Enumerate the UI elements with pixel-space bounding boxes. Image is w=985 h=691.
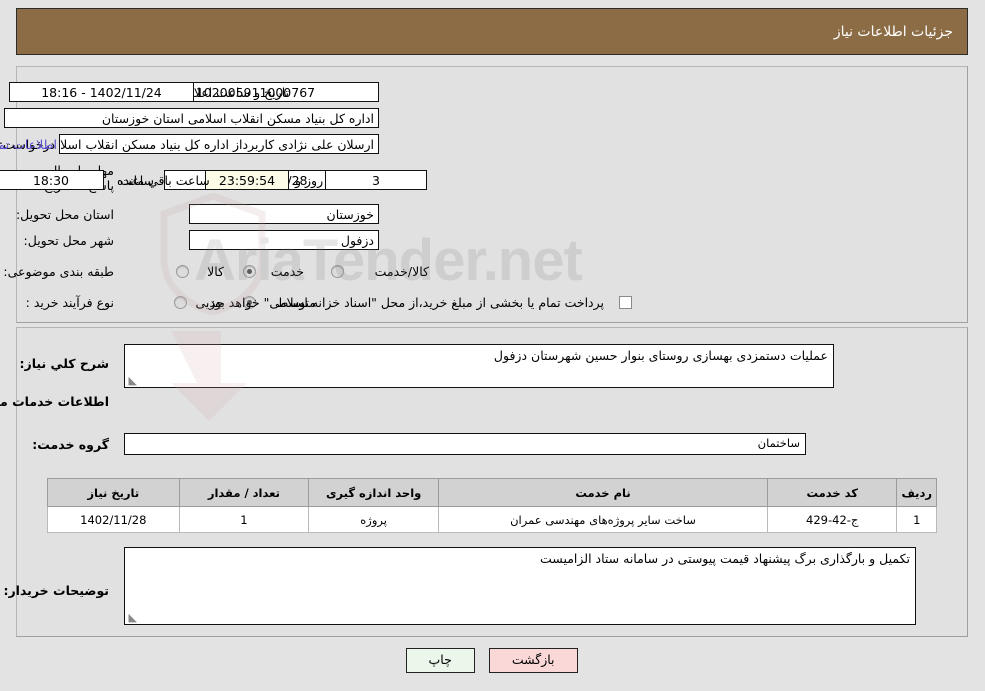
col-name: نام خدمت	[439, 478, 769, 507]
service-group-value-field[interactable]: ساختمان	[125, 433, 807, 455]
col-date: تاریخ نیاز	[48, 478, 181, 507]
back-button[interactable]: بازگشت	[489, 648, 579, 673]
radio-classification-kala[interactable]	[177, 265, 190, 278]
islamic-treasury-checkbox[interactable]	[620, 296, 633, 309]
page-header: جزئیات اطلاعات نیاز	[17, 8, 969, 55]
footer-buttons: بازگشت چاپ	[0, 648, 985, 673]
radio-label-khedmat: خدمت	[271, 264, 305, 279]
radio-label-kala: کالا	[208, 264, 225, 279]
remaining-hours-label: ساعت باقي مانده	[118, 173, 211, 188]
city-value: دزفول	[190, 230, 380, 250]
cell-date: 1402/11/28	[48, 506, 181, 533]
page-title: جزئیات اطلاعات نیاز	[834, 23, 954, 40]
col-row: ردیف	[897, 478, 938, 507]
radio-classification-kala-khedmat[interactable]	[332, 265, 345, 278]
cell-code: ج-42-429	[767, 506, 899, 533]
print-button[interactable]: چاپ	[406, 648, 476, 673]
cell-name: ساخت سایر پروژه‌های مهندسی عمران	[439, 506, 769, 533]
service-group-value: ساختمان	[758, 436, 801, 450]
remaining-days-value: 3	[326, 170, 428, 190]
islamic-treasury-note: پرداخت تمام یا بخشی از مبلغ خرید،از محل …	[206, 295, 605, 310]
deadline-time: 18:30	[0, 170, 105, 190]
countdown-value: 23:59:54	[206, 170, 290, 190]
remaining-days-label: روز و	[296, 173, 325, 188]
description-value: عملیات دستمزدی بهسازی روستای بنوار حسین …	[494, 348, 829, 363]
radio-process-jozi[interactable]	[175, 296, 188, 309]
announce-value: 1402/11/24 - 18:16	[10, 82, 195, 102]
classification-label: طبقه بندی موضوعی:	[4, 264, 115, 279]
col-code: کد خدمت	[767, 478, 899, 507]
table-header-row: ردیف کد خدمت نام خدمت واحد اندازه گیری ت…	[48, 478, 938, 507]
description-label: شرح کلي نياز:	[20, 356, 110, 371]
service-group-label: گروه خدمت:	[33, 437, 110, 452]
summary-panel	[17, 66, 969, 323]
resize-grip-icon[interactable]: ◣	[128, 612, 138, 623]
city-label: شهر محل تحویل:	[24, 233, 115, 248]
cell-unit: پروژه	[309, 506, 441, 533]
creator-value: ارسلان علی نژادی کاربرداز اداره کل بنیاد…	[60, 134, 380, 154]
col-quantity: تعداد / مقدار	[179, 478, 311, 507]
buyer-notes-value: تکمیل و بارگذاری برگ پیشنهاد قیمت پیوستی…	[541, 551, 911, 566]
buyer-notes-label: توضیحات خریدار:	[4, 583, 110, 598]
description-textarea[interactable]: عملیات دستمزدی بهسازی روستای بنوار حسین …	[125, 344, 835, 388]
services-section-title: اطلاعات خدمات مورد نیاز	[0, 394, 110, 409]
radio-label-kala-khedmat: کالا/خدمت	[375, 264, 430, 279]
cell-row: 1	[897, 506, 938, 533]
page-root: جزئیات اطلاعات نیاز شماره نیاز: 11020059…	[0, 0, 985, 691]
services-table: ردیف کد خدمت نام خدمت واحد اندازه گیری ت…	[48, 478, 938, 533]
resize-grip-icon[interactable]: ◣	[128, 375, 138, 386]
buyer-contact-link[interactable]: اطلاعات تماس خریدار	[0, 137, 58, 152]
radio-classification-khedmat[interactable]	[244, 265, 257, 278]
table-row: 1 ج-42-429 ساخت سایر پروژه‌های مهندسی عم…	[48, 506, 938, 533]
process-label: نوع فرآیند خرید :	[26, 295, 115, 310]
cell-quantity: 1	[179, 506, 311, 533]
buyer-notes-textarea[interactable]: تکمیل و بارگذاری برگ پیشنهاد قیمت پیوستی…	[125, 547, 917, 625]
province-value: خوزستان	[190, 204, 380, 224]
buyer-org-value: اداره کل بنیاد مسکن انقلاب اسلامی استان …	[5, 108, 380, 128]
province-label: استان محل تحویل:	[16, 207, 115, 222]
col-unit: واحد اندازه گیری	[309, 478, 441, 507]
